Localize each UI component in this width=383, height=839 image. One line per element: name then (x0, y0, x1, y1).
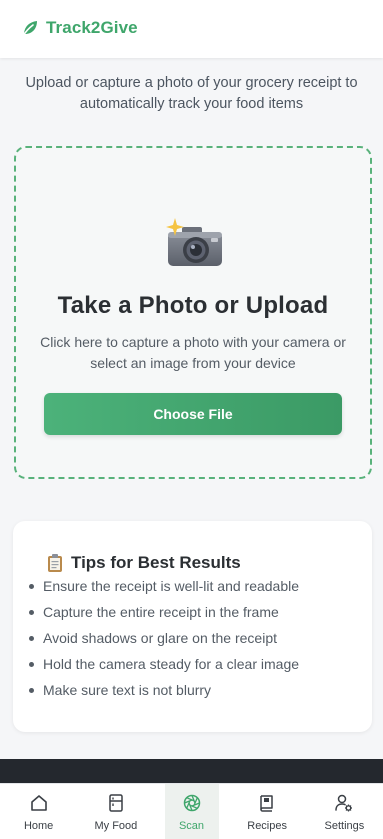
tips-header: Tips for Best Results (47, 553, 241, 573)
nav-item-my-food[interactable]: My Food (77, 784, 154, 839)
nav-item-settings[interactable]: Settings (306, 784, 383, 839)
tip-text: Make sure text is not blurry (43, 682, 212, 698)
tip-item: Capture the entire receipt in the frame (27, 602, 299, 628)
choose-file-button[interactable]: Choose File (44, 393, 342, 435)
upload-title: Take a Photo or Upload (57, 292, 329, 319)
app-header: Track2Give (0, 0, 383, 58)
tip-text: Ensure the receipt is well-lit and reada… (43, 578, 300, 594)
brand-name: Track2Give (46, 18, 138, 37)
tips-title: Tips for Best Results (71, 553, 241, 572)
home-icon (30, 795, 47, 811)
tip-text: Hold the camera steady for a clear image (43, 656, 300, 672)
nav-label: Scan (178, 820, 205, 832)
nav-item-recipes[interactable]: Recipes (229, 784, 306, 839)
bullet-icon (29, 610, 34, 615)
tips-card: Tips for Best Results Ensure the receipt… (13, 521, 372, 732)
tip-text: Capture the entire receipt in the frame (43, 604, 279, 620)
bullet-icon (29, 662, 34, 667)
bullet-icon (29, 688, 34, 693)
tip-item: Ensure the receipt is well-lit and reada… (27, 576, 299, 602)
tip-item: Avoid shadows or glare on the receipt (27, 628, 299, 654)
brand[interactable]: Track2Give (20, 18, 138, 38)
fridge-icon (109, 794, 123, 812)
clipboard-icon (48, 554, 62, 572)
nav-item-home[interactable]: Home (0, 784, 77, 839)
user-gear-icon (335, 794, 353, 812)
bottom-nav: Home My Food Scan Recipes Settings (0, 783, 383, 839)
page-subtitle: Upload or capture a photo of your grocer… (25, 75, 358, 112)
nav-item-scan[interactable]: Scan (164, 784, 219, 839)
camera-icon (166, 218, 222, 266)
bullet-icon (29, 636, 34, 641)
nav-label: Settings (324, 820, 365, 832)
nav-label: Home (23, 820, 54, 832)
scan-receipt-page: Track2Give Upload or capture a photo of … (0, 0, 383, 839)
tip-item: Make sure text is not blurry (27, 680, 299, 706)
upload-dropzone[interactable]: Take a Photo or Upload Click here to cap… (14, 146, 372, 479)
leaf-icon (22, 21, 37, 37)
tip-text: Avoid shadows or glare on the receipt (43, 630, 277, 646)
book-icon (260, 795, 273, 812)
upload-description: Click here to capture a photo with your … (40, 334, 346, 371)
tip-item: Hold the camera steady for a clear image (27, 654, 299, 680)
footer-strip (0, 759, 383, 783)
tips-list: Ensure the receipt is well-lit and reada… (27, 576, 299, 706)
nav-label: My Food (94, 820, 138, 832)
bullet-icon (29, 584, 34, 589)
nav-label: Recipes (247, 820, 287, 832)
aperture-icon (183, 794, 200, 812)
